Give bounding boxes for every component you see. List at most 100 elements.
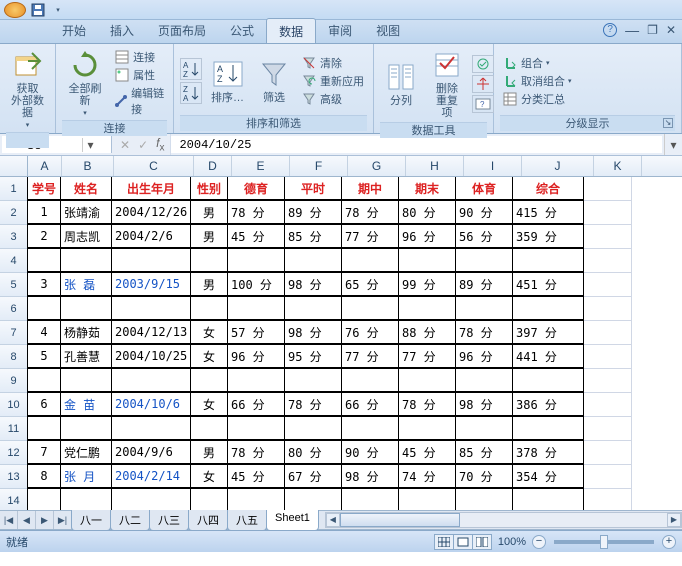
cell[interactable]: 45 分 <box>398 440 456 464</box>
cell[interactable]: 2003/9/15 <box>111 272 191 296</box>
cell[interactable]: 78 分 <box>284 392 342 416</box>
cell[interactable]: 男 <box>190 440 228 464</box>
zoom-slider[interactable] <box>554 540 654 544</box>
cell[interactable]: 90 分 <box>455 200 513 224</box>
cell[interactable]: 8 <box>27 464 61 488</box>
tab-数据[interactable]: 数据 <box>266 18 316 43</box>
cell[interactable] <box>111 368 191 392</box>
cell[interactable]: 2004/10/6 <box>111 392 191 416</box>
cell[interactable] <box>111 248 191 272</box>
cell[interactable] <box>584 417 632 441</box>
column-header[interactable]: C <box>114 156 194 176</box>
column-header[interactable]: I <box>464 156 522 176</box>
cell[interactable] <box>512 416 584 440</box>
cell[interactable]: 体育 <box>455 176 513 200</box>
cell[interactable]: 96 分 <box>398 224 456 248</box>
cell[interactable]: 2004/2/6 <box>111 224 191 248</box>
cell[interactable]: 张 月 <box>60 464 112 488</box>
column-header[interactable]: J <box>522 156 594 176</box>
cell[interactable]: 金 苗 <box>60 392 112 416</box>
qat-save-icon[interactable] <box>30 2 46 18</box>
cell[interactable]: 85 分 <box>455 440 513 464</box>
cell[interactable]: 45 分 <box>227 464 285 488</box>
cell[interactable]: 96 分 <box>227 344 285 368</box>
cell[interactable]: 95 分 <box>284 344 342 368</box>
page-layout-view-icon[interactable] <box>453 534 473 550</box>
cell[interactable]: 77 分 <box>341 344 399 368</box>
column-header[interactable]: K <box>594 156 642 176</box>
row-header[interactable]: 13 <box>0 465 28 489</box>
cell[interactable] <box>284 488 342 510</box>
cell[interactable]: 67 分 <box>284 464 342 488</box>
cell[interactable] <box>227 296 285 320</box>
cell[interactable] <box>27 296 61 320</box>
sheet-tab[interactable]: Sheet1 <box>266 509 319 531</box>
cell[interactable]: 85 分 <box>284 224 342 248</box>
cell[interactable] <box>455 416 513 440</box>
data-validation-icon[interactable] <box>472 55 494 73</box>
cell[interactable] <box>512 488 584 510</box>
cell[interactable] <box>190 296 228 320</box>
cell[interactable]: 期末 <box>398 176 456 200</box>
fx-icon[interactable]: fx <box>156 136 164 153</box>
row-header[interactable]: 14 <box>0 489 28 510</box>
cell[interactable] <box>584 249 632 273</box>
group-button[interactable]: 组合▾ <box>500 54 574 72</box>
cell[interactable] <box>190 368 228 392</box>
cell[interactable]: 441 分 <box>512 344 584 368</box>
cell[interactable] <box>512 296 584 320</box>
cell[interactable]: 孔善慧 <box>60 344 112 368</box>
cell[interactable]: 98 分 <box>284 320 342 344</box>
column-header[interactable]: A <box>28 156 62 176</box>
cell[interactable]: 5 <box>27 344 61 368</box>
cell[interactable] <box>190 488 228 510</box>
cell[interactable]: 100 分 <box>227 272 285 296</box>
qat-dropdown-icon[interactable]: ▾ <box>50 2 66 18</box>
help-icon[interactable]: ? <box>603 23 617 37</box>
cell[interactable]: 74 分 <box>398 464 456 488</box>
cell[interactable]: 杨静茹 <box>60 320 112 344</box>
cell[interactable]: 98 分 <box>284 272 342 296</box>
cell[interactable]: 78 分 <box>398 392 456 416</box>
row-header[interactable]: 2 <box>0 201 28 225</box>
cell[interactable] <box>341 488 399 510</box>
column-header[interactable]: D <box>194 156 232 176</box>
filter-button[interactable]: 筛选 <box>253 55 295 107</box>
cell[interactable]: 2004/9/6 <box>111 440 191 464</box>
cell[interactable] <box>584 321 632 345</box>
cell[interactable] <box>284 248 342 272</box>
cell[interactable]: 男 <box>190 224 228 248</box>
cell[interactable]: 89 分 <box>284 200 342 224</box>
cell[interactable]: 6 <box>27 392 61 416</box>
sheet-tab[interactable]: 八一 <box>71 510 111 531</box>
cell[interactable] <box>190 416 228 440</box>
cell[interactable]: 96 分 <box>455 344 513 368</box>
cell[interactable]: 98 分 <box>455 392 513 416</box>
clear-filter-button[interactable]: 清除 <box>299 54 366 72</box>
first-sheet-icon[interactable]: |◀ <box>0 511 18 529</box>
column-header[interactable]: H <box>406 156 464 176</box>
column-header[interactable]: G <box>348 156 406 176</box>
cell[interactable] <box>584 177 632 201</box>
cell[interactable] <box>584 345 632 369</box>
refresh-all-button[interactable]: 全部刷新 ▾ <box>62 46 108 120</box>
column-header[interactable]: F <box>290 156 348 176</box>
sheet-tab[interactable]: 八四 <box>188 510 228 531</box>
cell[interactable]: 89 分 <box>455 272 513 296</box>
cell[interactable]: 45 分 <box>227 224 285 248</box>
cell[interactable]: 80 分 <box>284 440 342 464</box>
cell[interactable] <box>60 296 112 320</box>
reapply-button[interactable]: 重新应用 <box>299 72 366 90</box>
sheet-tab[interactable]: 八二 <box>110 510 150 531</box>
cell[interactable]: 2004/12/26 <box>111 200 191 224</box>
cell[interactable] <box>60 248 112 272</box>
page-break-view-icon[interactable] <box>472 534 492 550</box>
cell[interactable]: 78 分 <box>227 200 285 224</box>
cell[interactable]: 65 分 <box>341 272 399 296</box>
cell[interactable] <box>584 489 632 510</box>
cell[interactable] <box>584 465 632 489</box>
cell[interactable] <box>455 296 513 320</box>
cell[interactable] <box>584 393 632 417</box>
zoom-in-icon[interactable]: + <box>662 535 676 549</box>
cell[interactable] <box>190 248 228 272</box>
